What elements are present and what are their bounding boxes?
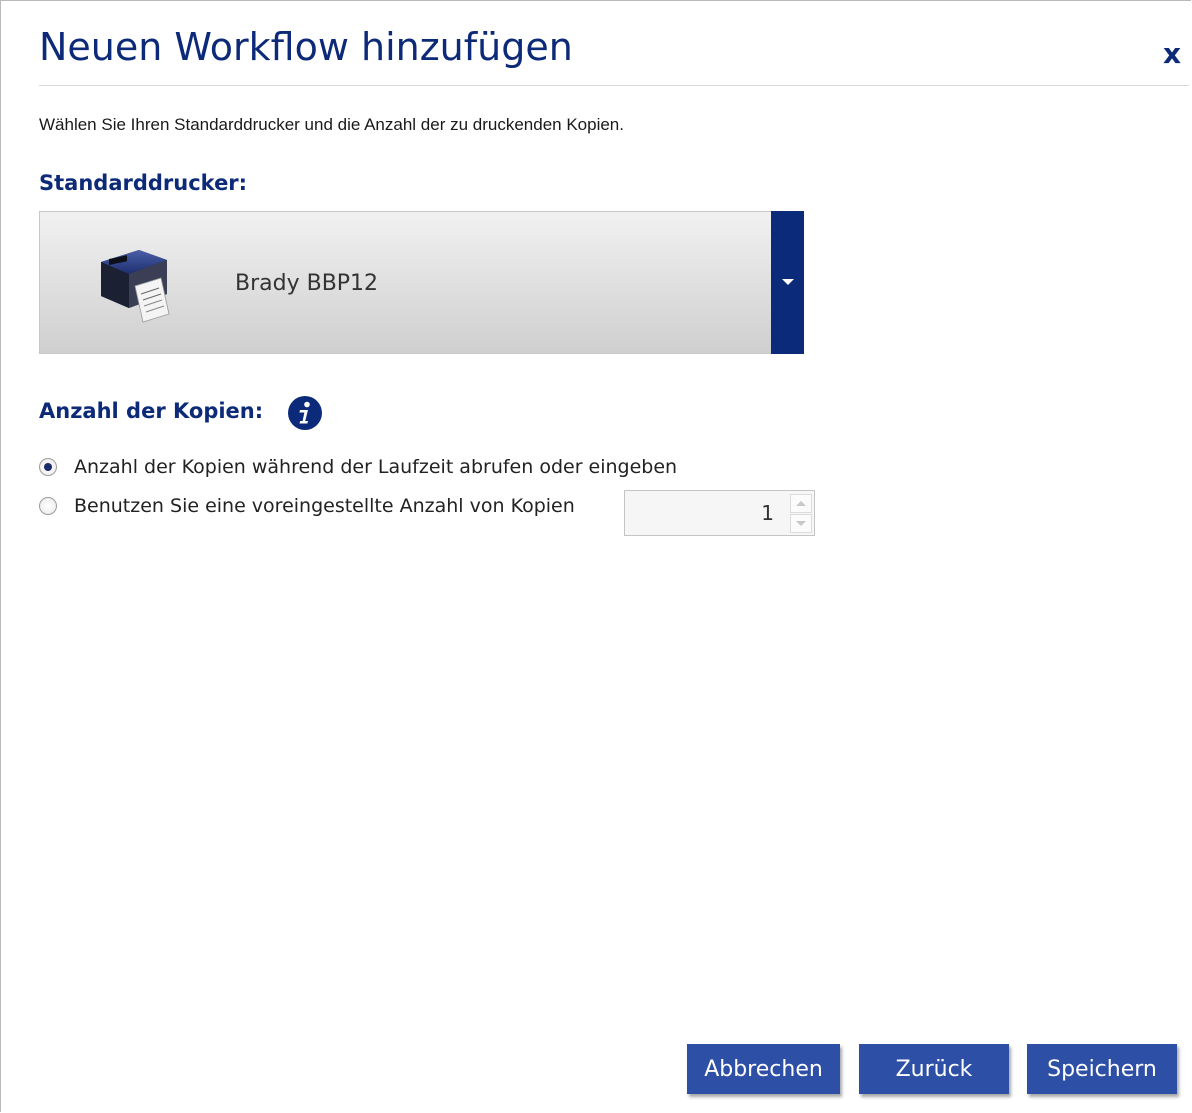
title-divider (39, 85, 1189, 86)
radio-button-unchecked[interactable] (39, 497, 57, 515)
copies-count-label: Anzahl der Kopien: (39, 399, 264, 423)
dialog-title: Neuen Workflow hinzufügen (39, 25, 573, 69)
cancel-button[interactable]: Abbrechen (687, 1044, 840, 1094)
selected-printer-name: Brady BBP12 (235, 271, 379, 296)
printer-dropdown-button[interactable] (771, 211, 804, 354)
info-icon[interactable] (287, 395, 323, 431)
radio-runtime-copies[interactable]: Anzahl der Kopien während der Laufzeit a… (39, 454, 677, 480)
default-printer-dropdown[interactable]: Brady BBP12 (39, 211, 804, 354)
radio-runtime-copies-label: Anzahl der Kopien während der Laufzeit a… (74, 456, 678, 478)
save-button[interactable]: Speichern (1027, 1044, 1177, 1094)
stepper-up-icon[interactable] (790, 494, 812, 513)
stepper-down-icon[interactable] (790, 514, 812, 533)
back-button[interactable]: Zurück (859, 1044, 1009, 1094)
dialog-description: Wählen Sie Ihren Standarddrucker und die… (39, 115, 624, 134)
copies-stepper[interactable]: 1 (624, 490, 815, 536)
default-printer-label: Standarddrucker: (39, 171, 248, 195)
radio-preset-copies[interactable]: Benutzen Sie eine voreingestellte Anzahl… (39, 493, 575, 519)
close-icon[interactable]: x (1163, 37, 1181, 70)
copies-stepper-value[interactable]: 1 (761, 501, 774, 525)
caret-down-icon (782, 279, 794, 285)
printer-icon (101, 250, 170, 323)
add-workflow-dialog: Neuen Workflow hinzufügen x Wählen Sie I… (0, 0, 1191, 1112)
radio-preset-copies-label: Benutzen Sie eine voreingestellte Anzahl… (74, 495, 575, 517)
radio-button-checked[interactable] (39, 458, 57, 476)
